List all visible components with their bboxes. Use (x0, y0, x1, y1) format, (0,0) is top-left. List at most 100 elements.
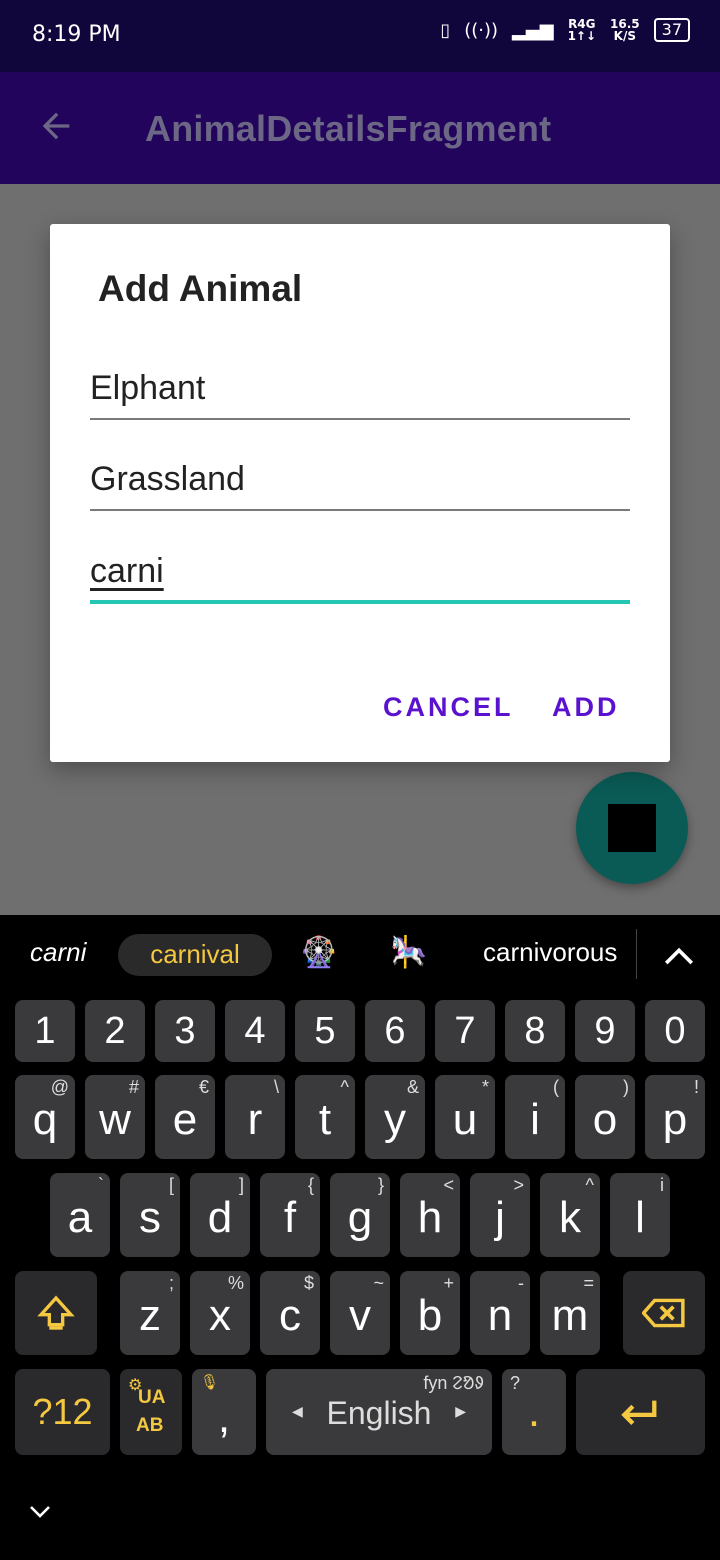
animal-name-input[interactable]: Elphant (90, 358, 630, 420)
period-key[interactable]: ?. (502, 1369, 566, 1455)
key-t[interactable]: ^ t (295, 1075, 355, 1159)
key-q[interactable]: @ q (15, 1075, 75, 1159)
symbols-key[interactable]: ?12 (15, 1369, 110, 1455)
suggestion-highlighted[interactable]: carnival (118, 934, 272, 976)
key-h[interactable]: < h (400, 1173, 460, 1257)
key-z[interactable]: ; z (120, 1271, 180, 1355)
key-7[interactable]: 7 (435, 1000, 495, 1062)
enter-key[interactable] (576, 1369, 705, 1455)
key-n[interactable]: -n (470, 1271, 530, 1355)
key-label: k (559, 1193, 581, 1242)
app-bar: AnimalDetailsFragment (0, 72, 720, 184)
language-switch-key[interactable]: ⚙ UA AB (120, 1369, 182, 1455)
key-m[interactable]: = m (540, 1271, 600, 1355)
key-label: e (172, 1095, 198, 1144)
diet-input[interactable]: carni (90, 541, 630, 604)
key-label: b (417, 1291, 443, 1340)
status-bar: 8:19 PM ▯ ((·)) ▂▄▆ R4G 1↑↓ 16.5 K/S 37 (0, 0, 720, 72)
chevron-down-icon[interactable] (28, 1501, 52, 1521)
chevron-up-icon[interactable] (662, 939, 696, 973)
key-label: 7 (454, 1010, 476, 1052)
network-type: R4G 1↑↓ (567, 17, 597, 43)
key-5[interactable]: 5 (295, 1000, 355, 1062)
comma-label: , (217, 1393, 231, 1442)
key-label: z (139, 1291, 161, 1340)
key-3[interactable]: 3 (155, 1000, 215, 1062)
arrow-back-icon[interactable] (36, 106, 76, 146)
key-x[interactable]: % x (190, 1271, 250, 1355)
key-label: i (530, 1095, 540, 1144)
key-6[interactable]: 6 (365, 1000, 425, 1062)
key-9[interactable]: 9 (575, 1000, 635, 1062)
key-label: 8 (524, 1010, 546, 1052)
suggestion-typed[interactable]: carni (30, 937, 86, 968)
key-2[interactable]: 2 (85, 1000, 145, 1062)
key-e[interactable]: € e (155, 1075, 215, 1159)
comma-key[interactable]: 🎙, (192, 1369, 256, 1455)
key-1[interactable]: 1 (15, 1000, 75, 1062)
key-label: x (209, 1291, 231, 1340)
key-label: u (452, 1095, 478, 1144)
key-o[interactable]: ) o (575, 1075, 635, 1159)
key-label: 3 (174, 1010, 196, 1052)
lang-switch-bottom: AB (136, 1415, 164, 1436)
key-d[interactable]: ] d (190, 1173, 250, 1257)
fab-button[interactable] (576, 772, 688, 884)
status-time: 8:19 PM (32, 22, 121, 47)
lang-switch-top: UA (138, 1387, 166, 1408)
symbols-label: ?12 (32, 1391, 93, 1432)
key-label: t (318, 1095, 332, 1144)
key-4[interactable]: 4 (225, 1000, 285, 1062)
space-hint: fyn ᱮᱚᱽ (423, 1373, 484, 1393)
suggestion-strip: carni carnival 🎡 🎠 carnivorous (0, 915, 720, 999)
key-l[interactable]: il (610, 1173, 670, 1257)
key-8[interactable]: 8 (505, 1000, 565, 1062)
suggestion-divider (636, 929, 637, 979)
cancel-button[interactable]: CANCEL (383, 692, 514, 723)
signal-icon: ▂▄▆ (512, 19, 554, 41)
key-c[interactable]: $ c (260, 1271, 320, 1355)
key-r[interactable]: \ r (225, 1075, 285, 1159)
key-k[interactable]: ^ k (540, 1173, 600, 1257)
battery-icon: 37 (653, 18, 690, 42)
key-i[interactable]: (i (505, 1075, 565, 1159)
key-g[interactable]: } g (330, 1173, 390, 1257)
add-button[interactable]: ADD (552, 692, 620, 723)
space-key[interactable]: fyn ᱮᱚᱽ ◀ English ▶ (266, 1369, 492, 1455)
key-label: p (662, 1095, 688, 1144)
habitat-text: Grassland (90, 460, 245, 498)
key-label: d (207, 1193, 233, 1242)
period-label: . (527, 1387, 541, 1436)
key-u[interactable]: * u (435, 1075, 495, 1159)
habitat-underline (90, 509, 630, 511)
dialog-title: Add Animal (98, 268, 303, 309)
vibrate-icon: ▯ (440, 19, 451, 41)
key-b[interactable]: + b (400, 1271, 460, 1355)
backspace-icon (642, 1298, 685, 1328)
shift-key[interactable] (15, 1271, 97, 1355)
key-j[interactable]: > j (470, 1173, 530, 1257)
name-underline (90, 418, 630, 420)
key-label: w (99, 1095, 131, 1144)
diet-text: carni (90, 552, 164, 590)
key-label: l (635, 1193, 645, 1242)
key-0[interactable]: 0 (645, 1000, 705, 1062)
backspace-key[interactable] (623, 1271, 705, 1355)
key-f[interactable]: {f (260, 1173, 320, 1257)
habitat-input[interactable]: Grassland (90, 449, 630, 511)
stop-square-icon (608, 804, 656, 852)
key-label: m (551, 1291, 589, 1340)
key-p[interactable]: ! p (645, 1075, 705, 1159)
key-label: 6 (384, 1010, 406, 1052)
key-s[interactable]: [s (120, 1173, 180, 1257)
carousel-horse-emoji-icon[interactable]: 🎠 (390, 935, 427, 970)
ferris-wheel-emoji-icon[interactable]: 🎡 (300, 935, 337, 970)
hotspot-icon: ((·)) (464, 19, 499, 41)
key-label: 2 (104, 1010, 126, 1052)
key-y[interactable]: & y (365, 1075, 425, 1159)
key-a[interactable]: ` a (50, 1173, 110, 1257)
key-label: 0 (664, 1010, 686, 1052)
suggestion-word[interactable]: carnivorous (483, 937, 617, 968)
key-w[interactable]: # w (85, 1075, 145, 1159)
key-v[interactable]: ~ v (330, 1271, 390, 1355)
